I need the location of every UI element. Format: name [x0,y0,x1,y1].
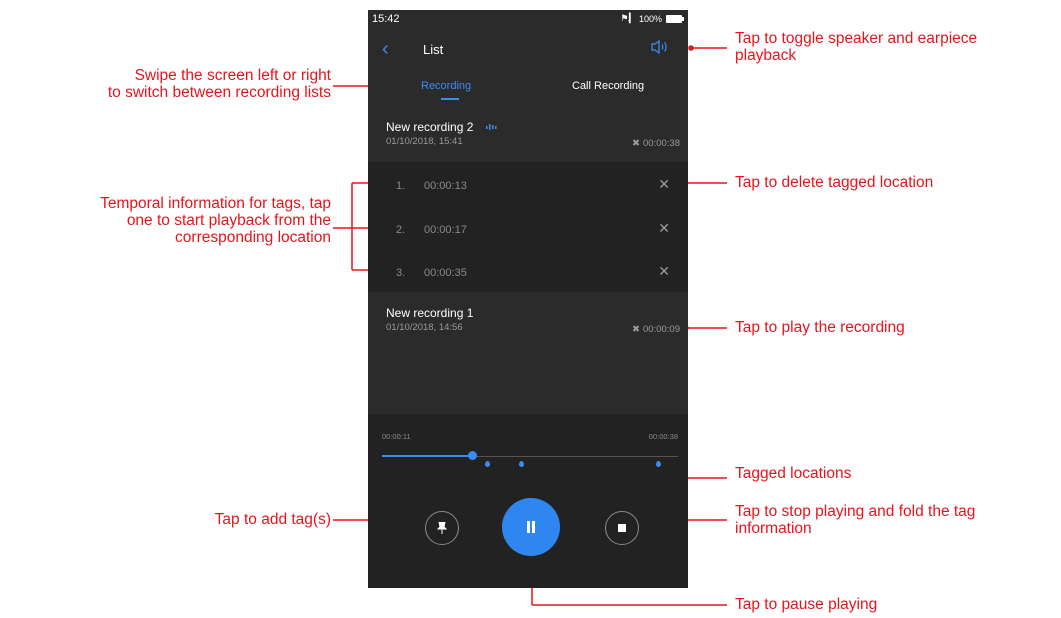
phone-screen: 15:42 ⚑.▎ 100% ‹ List Recording Call Rec… [368,10,688,588]
tag-index: 1. [396,180,406,192]
tag-row[interactable]: 3. 00:00:35 ✕ [368,259,688,289]
pause-icon [527,521,535,533]
playing-wave-icon [486,124,497,130]
annotation-line: Tap to stop playing and fold the tag [735,503,976,520]
tag-time: 00:00:35 [424,267,467,279]
recording-duration: ✖ 00:00:38 [632,138,680,149]
delete-tag-button[interactable]: ✕ [658,176,670,193]
tab-recording[interactable]: Recording [421,80,471,92]
recording-date: 01/10/2018, 14:56 [386,322,463,333]
speaker-toggle-button[interactable] [650,39,670,60]
annotation-line: Temporal information for tags, tap [100,195,331,212]
annotation-line: playback [735,47,797,64]
recording-name: New recording 2 [386,120,474,134]
progress-handle[interactable] [468,451,477,460]
elapsed-time: 00:00:11 [382,432,411,441]
annotation-speaker: Tap to toggle speaker and earpiece playb… [735,30,1055,64]
back-button[interactable]: ‹ [382,38,389,60]
progress-fill [382,455,472,457]
status-right: ⚑.▎ 100% [620,13,684,24]
recording-tabs: Recording Call Recording [406,72,668,102]
status-bar: 15:42 ⚑.▎ 100% [368,10,688,30]
recording-date: 01/10/2018, 15:41 [386,136,463,147]
stop-button[interactable] [605,511,639,545]
tag-row[interactable]: 2. 00:00:17 ✕ [368,216,688,246]
tag-pin-icon: ✖ [632,138,641,149]
annotation-add-tag: Tap to add tag(s) [214,511,331,528]
annotation-tagged-locations: Tagged locations [735,465,852,482]
battery-icon [666,14,684,23]
tag-time: 00:00:17 [424,224,467,236]
tab-call-recording[interactable]: Call Recording [572,80,644,92]
annotation-stop: Tap to stop playing and fold the tag inf… [735,503,1060,537]
tag-index: 3. [396,267,406,279]
stop-icon [618,524,626,532]
battery-percent: 100% [638,13,662,24]
annotation-line: corresponding location [175,229,331,246]
pin-icon [437,522,447,534]
tag-row[interactable]: 1. 00:00:13 ✕ [368,172,688,202]
tag-marker-icon [519,461,524,467]
tag-list-panel: 1. 00:00:13 ✕ 2. 00:00:17 ✕ 3. 00:00:35 … [368,162,688,292]
tag-time: 00:00:13 [424,180,467,192]
recording-duration-value: 00:00:38 [643,138,680,149]
recording-duration: ✖ 00:00:09 [632,324,680,335]
page-title: List [423,42,444,57]
recording-duration-value: 00:00:09 [643,324,680,335]
annotation-line: Swipe the screen left or right [134,67,331,84]
top-bar: ‹ List [368,36,688,66]
annotation-swipe: Swipe the screen left or right to switch… [31,67,331,101]
active-tab-indicator [441,98,459,100]
tag-pin-icon: ✖ [632,324,641,335]
recording-item[interactable]: New recording 2 01/10/2018, 15:41 ✖ 00:00… [368,120,688,156]
annotation-pause: Tap to pause playing [735,596,878,613]
annotation-line: one to start playback from the [126,212,331,229]
annotation-play-recording: Tap to play the recording [735,319,905,336]
tag-marker-icon [656,461,661,467]
annotation-delete-tag: Tap to delete tagged location [735,174,934,191]
annotation-line: information [735,520,812,537]
total-time: 00:00:38 [648,432,678,441]
annotation-line: to switch between recording lists [107,84,331,101]
delete-tag-button[interactable]: ✕ [658,220,670,237]
player-panel: 00:00:11 00:00:38 [368,414,688,588]
status-time: 15:42 [372,13,400,25]
delete-tag-button[interactable]: ✕ [658,263,670,280]
add-tag-button[interactable] [425,511,459,545]
tag-index: 2. [396,224,406,236]
annotation-temporal: Temporal information for tags, tap one t… [1,195,331,246]
speaker-icon [651,39,667,55]
annotation-line: Tap to toggle speaker and earpiece [735,30,978,47]
recording-name: New recording 1 [386,306,474,320]
pause-button[interactable] [502,498,560,556]
signal-icon: ⚑.▎ [620,13,635,23]
recording-item[interactable]: New recording 1 01/10/2018, 14:56 ✖ 00:00… [368,306,688,342]
tag-marker-icon [485,461,490,467]
